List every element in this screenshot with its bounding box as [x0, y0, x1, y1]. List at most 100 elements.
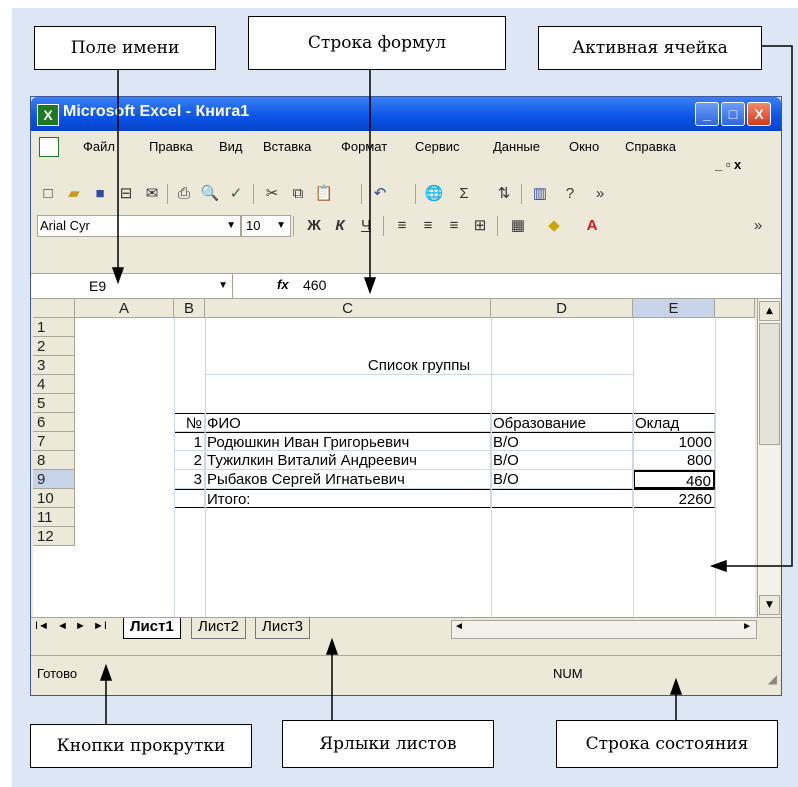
row-header-9[interactable]: 9 — [33, 470, 75, 489]
italic-button[interactable]: К — [329, 216, 351, 236]
column-header-f[interactable] — [715, 299, 755, 318]
last-sheet-button[interactable]: ►I — [93, 620, 107, 632]
row-header-4[interactable]: 4 — [33, 375, 75, 394]
permission-icon[interactable]: ⊟ — [115, 184, 137, 204]
toolbar-options-icon[interactable]: » — [747, 216, 769, 236]
font-select[interactable]: Arial Cyr ▼ — [37, 215, 241, 237]
cell-total-value[interactable]: 2260 — [633, 489, 715, 508]
cell-header-num[interactable]: № — [174, 413, 205, 432]
formula-input[interactable]: 460 — [303, 277, 326, 293]
scroll-thumb[interactable] — [759, 323, 780, 445]
align-right-icon[interactable]: ≡ — [443, 216, 465, 236]
row-header-7[interactable]: 7 — [33, 432, 75, 451]
cell-fio[interactable]: Тужилкин Виталий Андреевич — [205, 451, 491, 470]
save-icon[interactable]: ■ — [89, 184, 111, 204]
print-icon[interactable]: ⎙ — [173, 184, 195, 204]
bold-button[interactable]: Ж — [303, 216, 325, 236]
align-left-icon[interactable]: ≡ — [391, 216, 413, 236]
cut-icon[interactable]: ✂ — [261, 184, 283, 204]
spelling-icon[interactable]: ✓ — [225, 184, 247, 204]
cell-num[interactable]: 2 — [174, 451, 205, 470]
autosum-icon[interactable]: Σ — [453, 184, 475, 204]
font-color-icon[interactable]: A — [581, 216, 603, 236]
email-icon[interactable]: ✉ — [141, 184, 163, 204]
row-header-2[interactable]: 2 — [33, 337, 75, 356]
active-cell[interactable]: 460 — [633, 470, 715, 489]
row-header-11[interactable]: 11 — [33, 508, 75, 527]
cell-fio[interactable]: Рыбаков Сергей Игнатьевич — [205, 470, 491, 489]
row-header-12[interactable]: 12 — [33, 527, 75, 546]
cell-header-fio[interactable]: ФИО — [205, 413, 491, 432]
paste-icon[interactable]: 📋 — [313, 184, 335, 204]
open-icon[interactable]: ▰ — [63, 184, 85, 204]
cell-title[interactable]: Список группы — [205, 356, 633, 375]
cell-num[interactable]: 1 — [174, 432, 205, 451]
close-button[interactable]: X — [747, 102, 771, 126]
vertical-scrollbar[interactable]: ▲ ▼ — [757, 299, 780, 617]
scroll-down-icon[interactable]: ▼ — [759, 595, 780, 615]
scroll-right-icon[interactable]: ► — [742, 621, 752, 632]
column-header-c[interactable]: C — [205, 299, 491, 318]
menu-window[interactable]: Окно — [569, 139, 599, 154]
cell-salary[interactable]: 1000 — [633, 432, 715, 451]
cell-edu[interactable]: В/О — [491, 470, 633, 489]
cell-fio[interactable]: Родюшкин Иван Григорьевич — [205, 432, 491, 451]
sort-ascending-icon[interactable]: ⇅ — [493, 184, 515, 204]
chart-wizard-icon[interactable]: ▥ — [529, 184, 551, 204]
select-all-corner[interactable] — [33, 299, 75, 318]
new-icon[interactable]: □ — [37, 184, 59, 204]
next-sheet-button[interactable]: ► — [75, 620, 86, 632]
cell-edu[interactable]: В/О — [491, 451, 633, 470]
menu-data[interactable]: Данные — [493, 139, 540, 154]
menu-insert[interactable]: Вставка — [263, 139, 311, 154]
cell-header-edu[interactable]: Образование — [491, 413, 633, 432]
document-controls[interactable]: _ ▫ x — [715, 157, 741, 172]
menu-help[interactable]: Справка — [625, 139, 676, 154]
minimize-button[interactable]: _ — [695, 102, 719, 126]
cell-total-label[interactable]: Итого: — [205, 489, 491, 508]
first-sheet-button[interactable]: I◄ — [35, 620, 49, 632]
function-icon[interactable]: fx — [277, 277, 289, 292]
document-icon[interactable] — [39, 137, 59, 157]
menu-format[interactable]: Формат — [341, 139, 387, 154]
fill-color-icon[interactable]: ◆ — [543, 216, 565, 236]
menu-tools[interactable]: Сервис — [415, 139, 460, 154]
tab-sheet1[interactable]: Лист1 — [123, 618, 181, 639]
cell-num[interactable]: 3 — [174, 470, 205, 489]
row-header-6[interactable]: 6 — [33, 413, 75, 432]
hyperlink-icon[interactable]: 🌐 — [423, 184, 445, 204]
column-header-e[interactable]: E — [633, 299, 715, 318]
name-box[interactable]: E9 ▼ — [33, 274, 233, 298]
tab-sheet2[interactable]: Лист2 — [191, 618, 246, 639]
row-header-8[interactable]: 8 — [33, 451, 75, 470]
scroll-up-icon[interactable]: ▲ — [759, 301, 780, 321]
row-header-5[interactable]: 5 — [33, 394, 75, 413]
column-header-b[interactable]: B — [174, 299, 205, 318]
prev-sheet-button[interactable]: ◄ — [57, 620, 68, 632]
toolbar-options-icon[interactable]: » — [589, 184, 611, 204]
align-center-icon[interactable]: ≡ — [417, 216, 439, 236]
cell-header-salary[interactable]: Оклад — [633, 413, 715, 432]
title-bar[interactable]: X Microsoft Excel - Книга1 _ □ X — [31, 97, 781, 131]
row-header-10[interactable]: 10 — [33, 489, 75, 508]
column-header-a[interactable]: A — [75, 299, 174, 318]
resize-grip-icon[interactable]: ◢ — [768, 672, 777, 686]
menu-edit[interactable]: Правка — [149, 139, 193, 154]
horizontal-scrollbar[interactable]: ◄ ► — [451, 620, 757, 639]
menu-view[interactable]: Вид — [219, 139, 243, 154]
tab-sheet3[interactable]: Лист3 — [255, 618, 310, 639]
worksheet-grid[interactable]: A B C D E 1 2 3 4 5 6 7 8 9 10 11 12 Спи… — [33, 299, 755, 617]
cell-total-blank-d[interactable] — [491, 489, 633, 508]
column-header-d[interactable]: D — [491, 299, 633, 318]
help-icon[interactable]: ? — [559, 184, 581, 204]
undo-icon[interactable]: ↶ — [369, 184, 391, 204]
menu-file[interactable]: Файл — [83, 139, 115, 154]
scroll-left-icon[interactable]: ◄ — [454, 621, 464, 632]
print-preview-icon[interactable]: 🔍 — [199, 184, 221, 204]
cell-total-blank-b[interactable] — [174, 489, 205, 508]
font-size-select[interactable]: 10 ▼ — [241, 215, 291, 237]
copy-icon[interactable]: ⧉ — [287, 184, 309, 204]
maximize-button[interactable]: □ — [721, 102, 745, 126]
borders-icon[interactable]: ▦ — [507, 216, 529, 236]
cell-edu[interactable]: В/О — [491, 432, 633, 451]
